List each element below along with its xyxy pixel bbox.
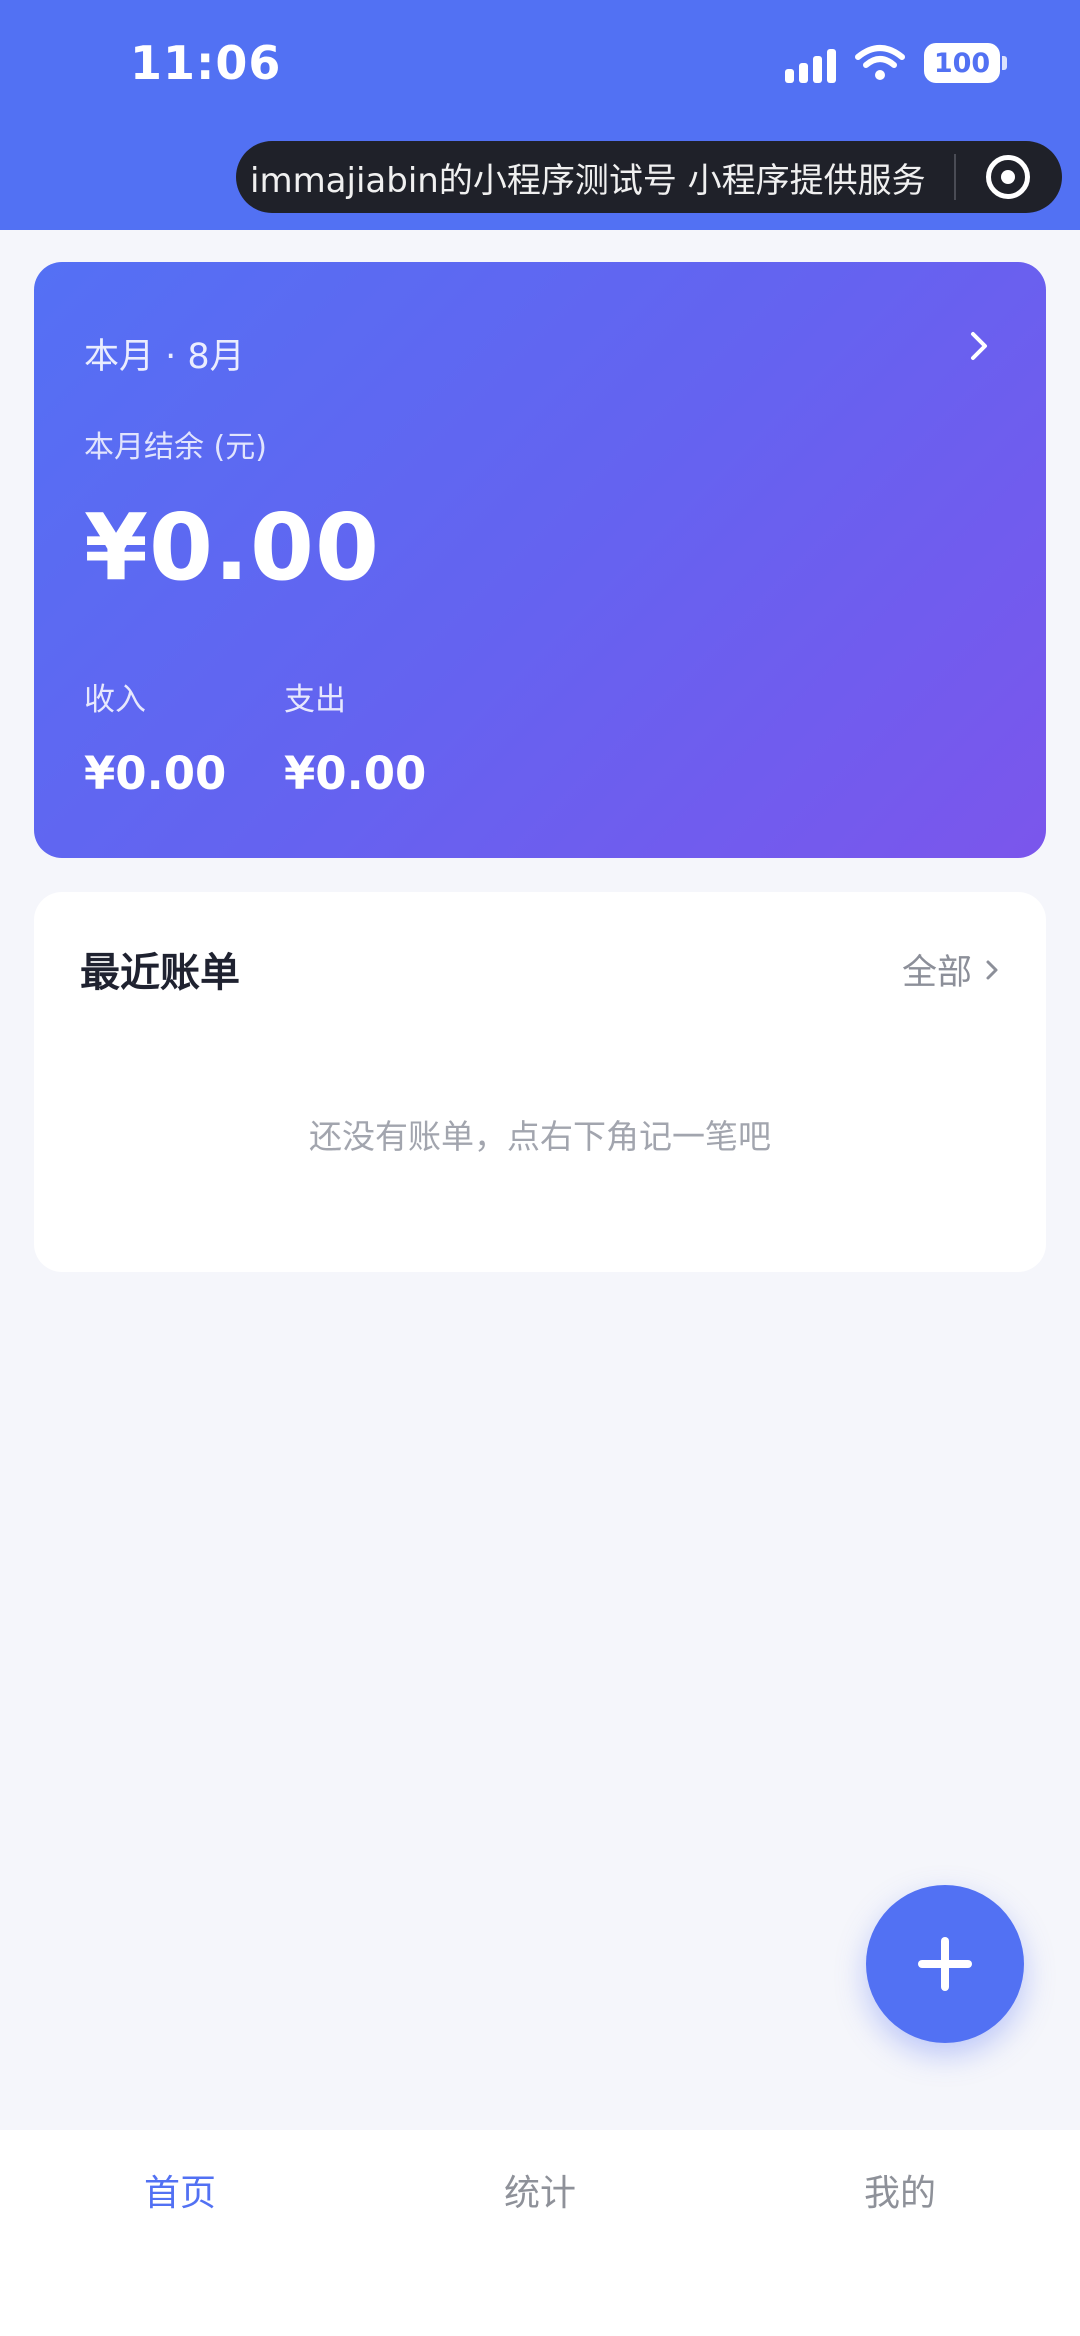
- header: 11:06 100 immajiabin的小程序测试号 小程序提供服务: [0, 0, 1080, 230]
- expense-label: 支出: [284, 682, 346, 718]
- capsule-divider: [954, 154, 956, 200]
- wifi-icon: [855, 45, 905, 80]
- add-bill-button[interactable]: [866, 1885, 1024, 2043]
- recent-bills-card: 最近账单 全部 还没有账单，点右下角记一笔吧: [34, 892, 1046, 1272]
- income-stat: 收入 ¥0.00: [84, 674, 226, 800]
- app-screen: 11:06 100 immajiabin的小程序测试号 小程序提供服务 本月 ·…: [0, 0, 1080, 2336]
- battery-level: 100: [933, 47, 991, 79]
- balance-amount: ¥0.00: [84, 494, 381, 601]
- recent-bills-title: 最近账单: [80, 950, 240, 996]
- tab-mine[interactable]: 我的: [720, 2130, 1080, 2250]
- view-all-link[interactable]: 全部: [902, 944, 1002, 995]
- balance-label: 本月结余 (元): [84, 430, 267, 465]
- view-all-label: 全部: [901, 953, 972, 993]
- tab-bar: 首页 统计 我的: [0, 2130, 1080, 2336]
- mini-program-capsule[interactable]: immajiabin的小程序测试号 小程序提供服务: [236, 141, 1062, 213]
- expense-stat: 支出 ¥0.00: [284, 674, 426, 800]
- card-month-label: 本月 · 8月: [84, 337, 245, 377]
- signal-icon: [785, 43, 836, 83]
- capsule-text: immajiabin的小程序测试号 小程序提供服务: [250, 160, 926, 201]
- tab-stats[interactable]: 统计: [360, 2130, 720, 2250]
- income-value: ¥0.00: [84, 747, 227, 800]
- battery-icon: 100: [924, 43, 1007, 83]
- expense-value: ¥0.00: [284, 747, 427, 800]
- target-icon[interactable]: [986, 155, 1030, 199]
- tab-home[interactable]: 首页: [0, 2130, 360, 2250]
- chevron-right-small-icon: [986, 960, 998, 979]
- chevron-right-icon[interactable]: [964, 328, 994, 364]
- status-icons: 100: [785, 38, 1007, 88]
- income-label: 收入: [84, 682, 146, 718]
- empty-state-text: 还没有账单，点右下角记一笔吧: [309, 1117, 771, 1156]
- monthly-summary-card[interactable]: 本月 · 8月 本月结余 (元) ¥0.00 收入 ¥0.00 支出 ¥0.00: [34, 262, 1046, 858]
- status-time: 11:06: [130, 36, 282, 90]
- plus-icon: [918, 1937, 972, 1991]
